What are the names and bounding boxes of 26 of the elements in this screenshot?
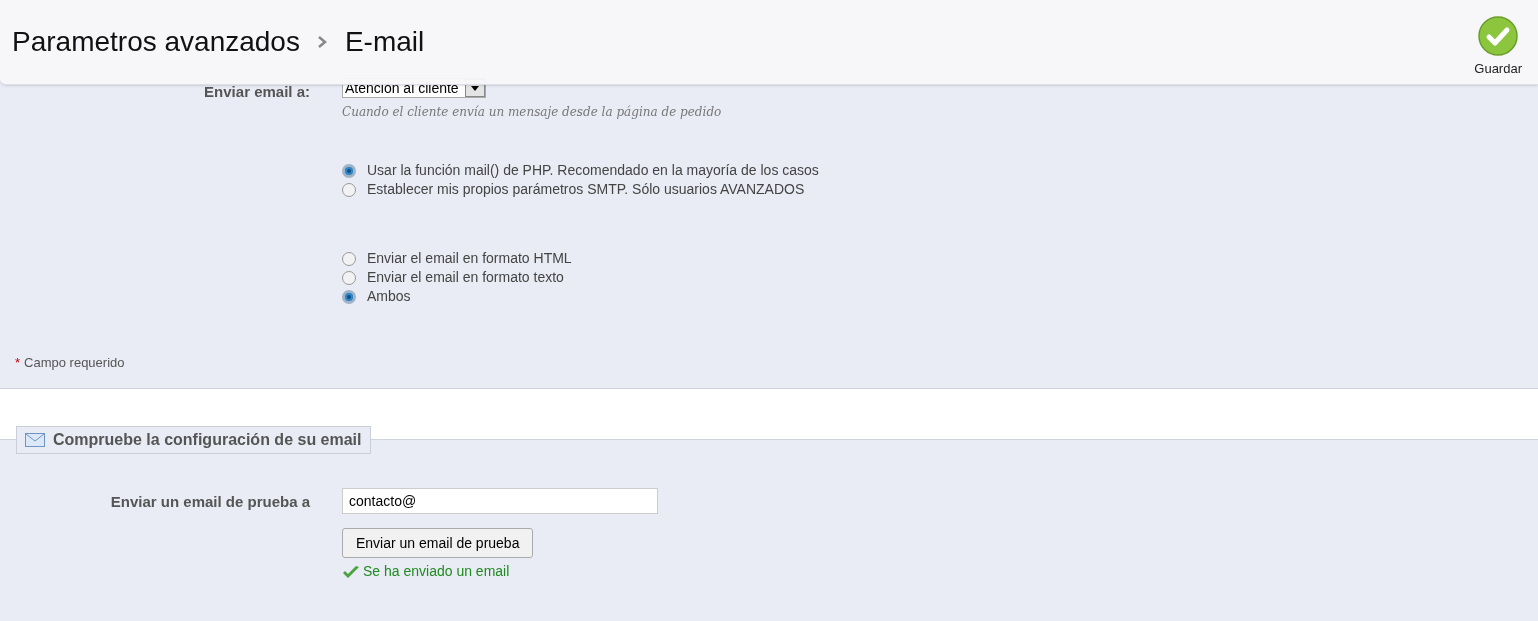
save-button[interactable]: Guardar — [1474, 15, 1522, 79]
section-legend: Compruebe la configuración de su email — [16, 426, 371, 454]
envelope-icon — [25, 433, 45, 447]
radio-button[interactable] — [342, 270, 356, 285]
required-mark: * — [15, 354, 21, 372]
radio-button[interactable] — [342, 182, 356, 197]
required-note: Campo requerido — [24, 354, 125, 372]
checkmark-icon — [1478, 15, 1519, 56]
radio-button[interactable] — [342, 289, 356, 304]
breadcrumb-item[interactable]: Parametros avanzados — [12, 21, 300, 63]
send-test-button[interactable]: Enviar un email de prueba — [342, 528, 534, 558]
chevron-right-icon — [317, 36, 327, 48]
option-label: Enviar el email en formato HTML — [367, 249, 572, 268]
radio-button[interactable] — [342, 163, 356, 178]
field-label: Enviar un email de prueba a — [109, 492, 310, 512]
checkmark-icon — [342, 564, 360, 579]
option-label: Establecer mis propios parámetros SMTP. Sólo usuarios AVANZADOS — [367, 180, 805, 199]
success-message: Se ha enviado un email — [363, 562, 510, 581]
radio-button[interactable] — [342, 251, 356, 266]
option-label: Ambos — [367, 287, 411, 306]
email-field[interactable]: contacto@ — [342, 488, 658, 514]
option-label: Enviar el email en formato texto — [367, 268, 564, 287]
page-title: E-mail — [344, 25, 425, 59]
option-label: Usar la función mail() de PHP. Recomendado en la mayoría de los casos — [367, 161, 819, 180]
field-label: Enviar email a: — [203, 82, 310, 102]
hint-text: Cuando el cliente envía un mensaje desde la página de pedido — [342, 104, 723, 121]
